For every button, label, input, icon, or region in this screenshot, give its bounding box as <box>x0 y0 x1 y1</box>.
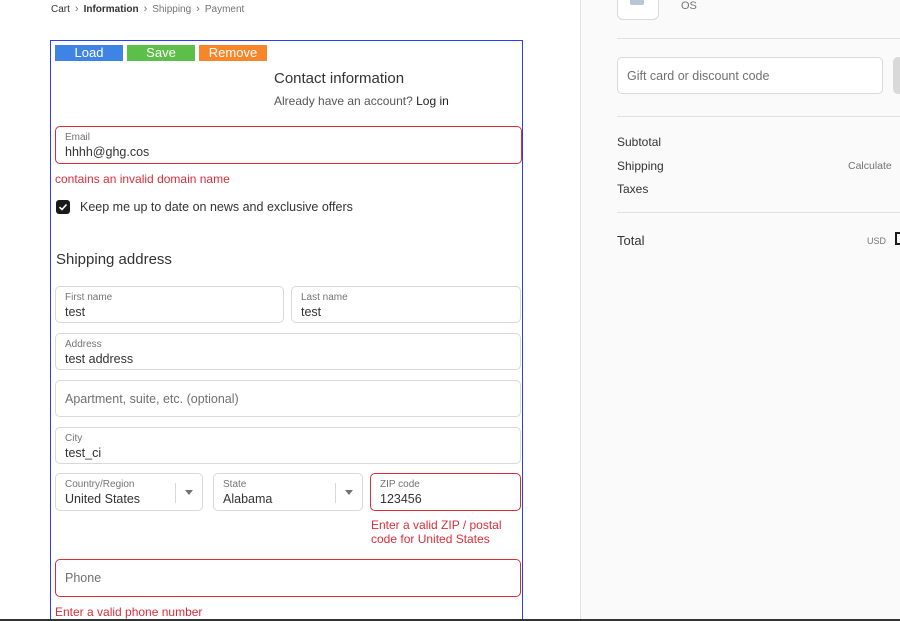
summary-divider <box>617 116 900 117</box>
load-button[interactable]: Load <box>55 45 123 61</box>
chevron-right-icon: › <box>196 3 200 15</box>
zip-code-field[interactable]: ZIP code 123456 <box>370 473 521 511</box>
city-field[interactable]: City test_ci <box>55 427 521 464</box>
form-toolbar: Load Save Remove <box>55 45 267 61</box>
address-field[interactable]: Address test address <box>55 333 521 370</box>
account-prompt-text: Already have an account? <box>274 94 413 108</box>
product-name: OS <box>681 0 697 12</box>
newsletter-checkbox[interactable] <box>56 200 70 214</box>
zip-code-value: 123456 <box>380 492 422 506</box>
apartment-placeholder: Apartment, suite, etc. (optional) <box>65 391 239 406</box>
shipping-label: Shipping <box>617 159 664 173</box>
summary-divider <box>617 38 900 39</box>
country-value: United States <box>65 492 141 506</box>
breadcrumb-cart[interactable]: Cart <box>51 4 70 15</box>
taxes-label: Taxes <box>617 182 649 196</box>
product-image-icon <box>630 0 644 5</box>
email-error: contains an invalid domain name <box>55 172 230 186</box>
product-thumbnail <box>617 0 659 20</box>
shipping-address-heading: Shipping address <box>56 251 172 268</box>
total-label: Total <box>617 233 645 248</box>
state-select[interactable]: State Alabama <box>213 473 363 511</box>
select-divider <box>335 483 336 503</box>
discount-code-input[interactable]: Gift card or discount code <box>617 57 883 94</box>
address-value: test address <box>65 352 134 366</box>
first-name-field[interactable]: First name test <box>55 286 284 323</box>
summary-divider <box>617 212 900 213</box>
contact-information-heading: Contact information <box>274 70 405 87</box>
first-name-label: First name <box>65 292 113 303</box>
zip-code-error: Enter a valid ZIP / postal code for Unit… <box>371 518 502 546</box>
phone-placeholder: Phone <box>65 571 102 585</box>
chevron-right-icon: › <box>143 3 148 15</box>
email-field[interactable]: Email hhhh@ghg.cos <box>55 126 522 164</box>
checkmark-icon <box>58 203 68 211</box>
chevron-right-icon: › <box>74 3 79 15</box>
chevron-down-icon <box>345 490 353 495</box>
shipping-value: Calculate <box>848 160 892 172</box>
email-label: Email <box>65 132 91 143</box>
phone-error: Enter a valid phone number <box>55 605 203 619</box>
email-value: hhhh@ghg.cos <box>65 145 150 159</box>
breadcrumb-payment: Payment <box>204 3 245 15</box>
save-button[interactable]: Save <box>127 45 195 61</box>
discount-code-placeholder: Gift card or discount code <box>627 69 770 83</box>
state-value: Alabama <box>223 492 273 506</box>
city-value: test_ci <box>65 446 102 460</box>
last-name-label: Last name <box>301 292 348 303</box>
last-name-field[interactable]: Last name test <box>291 286 521 323</box>
zip-code-label: ZIP code <box>380 479 420 490</box>
login-link[interactable]: Log in <box>416 94 449 108</box>
apartment-field[interactable]: Apartment, suite, etc. (optional) <box>55 380 521 417</box>
breadcrumb-shipping: Shipping <box>152 3 192 15</box>
total-amount-fragment <box>895 232 900 245</box>
breadcrumb: Cart › Information › Shipping › Payment <box>51 3 244 15</box>
order-summary: OS Gift card or discount code Subtotal S… <box>580 0 900 621</box>
remove-button[interactable]: Remove <box>199 45 267 61</box>
country-label: Country/Region <box>65 479 135 490</box>
newsletter-label: Keep me up to date on news and exclusive… <box>80 200 353 214</box>
subtotal-label: Subtotal <box>617 135 662 149</box>
city-label: City <box>65 433 83 444</box>
account-prompt: Already have an account? Log in <box>274 94 449 108</box>
total-currency: USD <box>867 236 887 246</box>
checkout-form: Load Save Remove Contact information Alr… <box>50 40 523 620</box>
select-divider <box>175 483 176 503</box>
apply-discount-button[interactable] <box>893 57 900 94</box>
breadcrumb-information: Information <box>83 3 139 15</box>
newsletter-option[interactable]: Keep me up to date on news and exclusive… <box>56 200 353 214</box>
chevron-down-icon <box>185 490 193 495</box>
address-label: Address <box>65 339 102 350</box>
first-name-value: test <box>65 305 86 319</box>
phone-field[interactable]: Phone <box>55 559 521 597</box>
country-select[interactable]: Country/Region United States <box>55 473 203 511</box>
last-name-value: test <box>301 305 322 319</box>
state-label: State <box>223 479 247 490</box>
